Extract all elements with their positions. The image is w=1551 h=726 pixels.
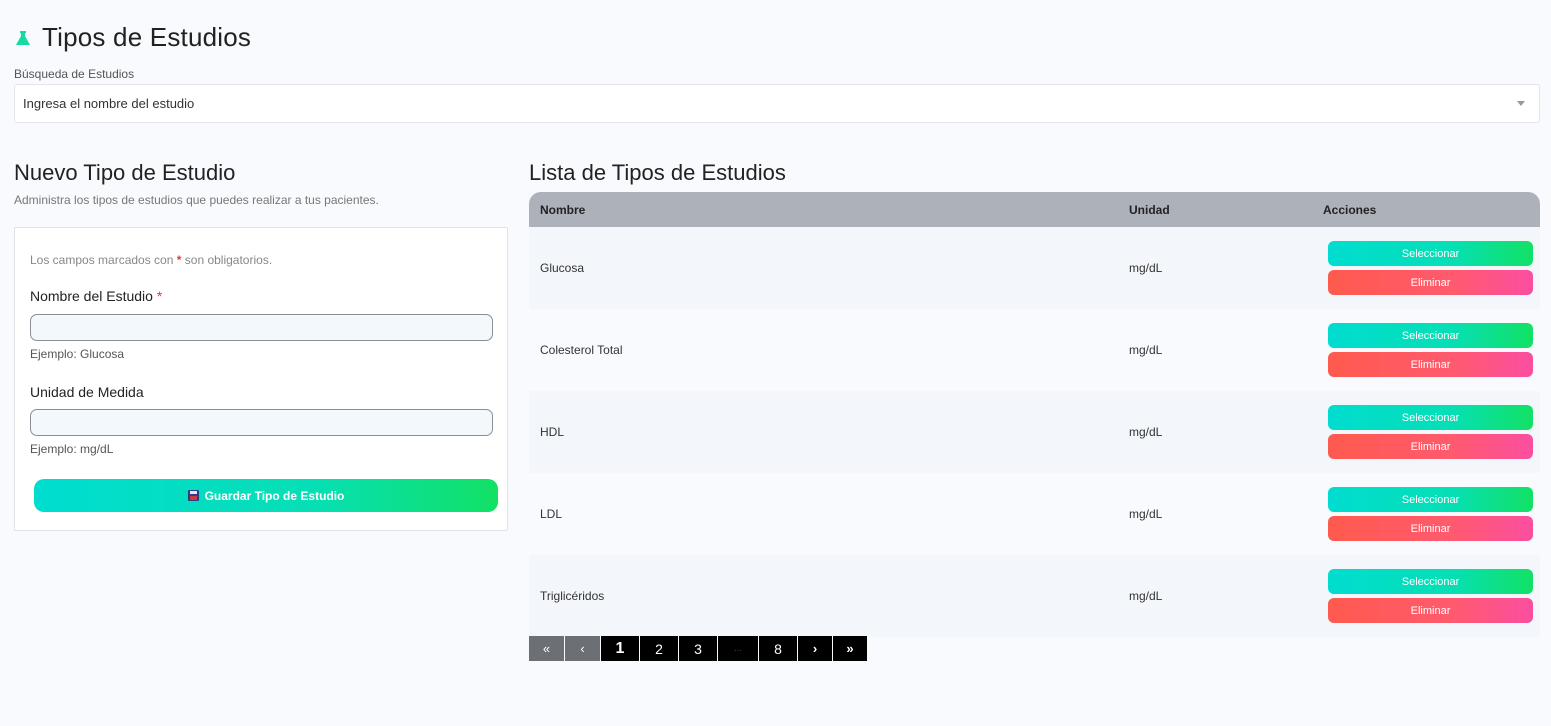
delete-button[interactable]: Eliminar [1328,598,1533,623]
row-unit: mg/dL [1129,261,1163,275]
table-row: Triglicéridos mg/dL Seleccionar Eliminar [529,555,1540,637]
row-name: Glucosa [540,261,585,275]
row-unit: mg/dL [1129,507,1163,521]
column-header-unit: Unidad [1129,203,1170,217]
study-name-label-text: Nombre del Estudio [30,288,153,304]
unit-help: Ejemplo: mg/dL [30,442,114,456]
save-button-label: Guardar Tipo de Estudio [204,488,345,503]
last-page-button[interactable]: » [833,636,867,661]
page-button-2[interactable]: 2 [640,636,678,661]
table-row: LDL mg/dL Seleccionar Eliminar [529,473,1540,555]
study-name-label: Nombre del Estudio * [30,288,162,304]
page-button-3[interactable]: 3 [679,636,717,661]
study-types-table: Nombre Unidad Acciones Glucosa mg/dL Sel… [529,192,1540,637]
column-header-name: Nombre [540,203,586,217]
row-name: LDL [540,507,563,521]
required-note-suffix: son obligatorios. [184,253,273,267]
first-page-button[interactable]: « [529,636,564,661]
floppy-disk-icon [187,490,199,501]
study-name-field[interactable] [30,314,493,341]
page-ellipsis: ... [718,636,758,661]
row-name: Triglicéridos [540,589,605,603]
row-name: HDL [540,425,565,439]
form-title: Nuevo Tipo de Estudio [14,160,236,185]
table-row: Colesterol Total mg/dL Seleccionar Elimi… [529,309,1540,391]
search-placeholder: Ingresa el nombre del estudio [23,96,195,111]
pagination: « ‹ 1 2 3 ... 8 › » [529,636,868,661]
unit-field[interactable] [30,409,493,436]
new-study-form: Los campos marcados con * son obligatori… [14,227,508,531]
delete-button[interactable]: Eliminar [1328,352,1533,377]
page-button-1[interactable]: 1 [601,636,639,661]
select-button[interactable]: Seleccionar [1328,241,1533,266]
delete-button[interactable]: Eliminar [1328,434,1533,459]
delete-button[interactable]: Eliminar [1328,270,1533,295]
select-button[interactable]: Seleccionar [1328,487,1533,512]
row-unit: mg/dL [1129,425,1163,439]
study-name-help: Ejemplo: Glucosa [30,347,125,361]
list-title: Lista de Tipos de Estudios [529,160,786,185]
table-row: HDL mg/dL Seleccionar Eliminar [529,391,1540,473]
row-unit: mg/dL [1129,343,1163,357]
page-header: Tipos de Estudios [14,22,251,53]
form-subtitle: Administra los tipos de estudios que pue… [14,193,379,207]
column-header-actions: Acciones [1323,203,1377,217]
select-button[interactable]: Seleccionar [1328,405,1533,430]
select-button[interactable]: Seleccionar [1328,323,1533,348]
required-star: * [176,253,182,267]
delete-button[interactable]: Eliminar [1328,516,1533,541]
flask-icon [14,29,32,47]
save-study-type-button[interactable]: Guardar Tipo de Estudio [34,479,498,512]
prev-page-button[interactable]: ‹ [565,636,600,661]
select-button[interactable]: Seleccionar [1328,569,1533,594]
next-page-button[interactable]: › [798,636,832,661]
unit-label: Unidad de Medida [30,384,144,400]
page-button-8[interactable]: 8 [759,636,797,661]
row-unit: mg/dL [1129,589,1163,603]
chevron-down-icon[interactable] [1517,101,1525,106]
search-label: Búsqueda de Estudios [14,67,135,81]
table-row: Glucosa mg/dL Seleccionar Eliminar [529,227,1540,309]
row-name: Colesterol Total [540,343,623,357]
required-note-prefix: Los campos marcados con [30,253,174,267]
study-search-select[interactable]: Ingresa el nombre del estudio [14,84,1540,123]
table-header: Nombre Unidad Acciones [529,192,1540,227]
study-name-required-star: * [156,288,163,304]
page-title: Tipos de Estudios [42,22,252,52]
required-note: Los campos marcados con * son obligatori… [30,253,272,267]
